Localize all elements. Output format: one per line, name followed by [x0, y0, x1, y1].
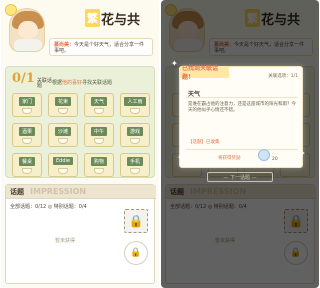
- divider: [186, 97, 298, 98]
- talk-header: 话题 IMPRESSION: [6, 185, 156, 199]
- cup-icon: [22, 168, 32, 174]
- impression-watermark: IMPRESSION: [30, 187, 87, 196]
- topic-grid: 家门 花束 天气 人工雨 酒果 沙滩 中午 游戏 餐桌 Eddie 购物 手机: [12, 93, 150, 177]
- topic-description: 是谁在霸占他的注意力，还是这座城市的阳光和雨？今天的他似乎心情还不错。: [188, 102, 296, 113]
- speech-bubble: 慕尚美：今天是个好天气，适合分享一件事吧。: [49, 38, 153, 56]
- cup-icon: [130, 138, 140, 144]
- topic-found-modal: 关联选项：1/1 天气 是谁在霸占他的注意力，还是这座城市的阳光和雨？今天的他似…: [179, 66, 303, 168]
- talk-empty-text: 暂未获得: [54, 238, 75, 244]
- cup-icon: [58, 108, 68, 114]
- tile-label: 购物: [90, 157, 107, 166]
- topic-board: 0/1 关联话题 根据他的喜好寻找关联话题 家门 花束 天气 人工雨 酒果 沙滩…: [5, 66, 155, 178]
- sparkle-icon: ✦: [171, 59, 178, 68]
- cup-icon: [94, 108, 104, 114]
- talk-title: 话题: [10, 187, 24, 196]
- barcode-lock-icon[interactable]: 🔒: [124, 241, 148, 265]
- tile-label: 沙滩: [54, 127, 71, 136]
- topic-tile[interactable]: 沙滩: [48, 123, 78, 147]
- topic-tile[interactable]: 手机: [120, 153, 150, 177]
- tile-label: 中午: [90, 127, 107, 136]
- cup-icon: [22, 108, 32, 114]
- topic-hint: 根据他的喜好寻找关联话题: [52, 79, 112, 86]
- topic-tile[interactable]: 人工雨: [120, 93, 150, 117]
- cup-icon: [22, 138, 32, 144]
- topic-tile[interactable]: Eddie: [48, 153, 78, 177]
- reward-count: 20: [272, 157, 278, 162]
- topic-tile[interactable]: 家门: [12, 93, 42, 117]
- cup-icon: [94, 168, 104, 174]
- topic-count: 0/1: [12, 71, 35, 86]
- tile-label: 游戏: [126, 127, 143, 136]
- cup-icon: [58, 138, 68, 144]
- cup-icon: [94, 138, 104, 144]
- topic-tile[interactable]: 酒果: [12, 123, 42, 147]
- tile-label: Eddie: [53, 157, 73, 165]
- topic-counter: 0/1 关联话题: [12, 71, 55, 89]
- hint-pre: 根据: [52, 80, 63, 86]
- tile-label: 手机: [126, 157, 143, 166]
- hint-highlight: 他的喜好: [62, 80, 83, 86]
- tile-label: 酒果: [18, 127, 35, 136]
- title-first-char: 繁: [85, 9, 100, 27]
- topic-tile[interactable]: 中午: [84, 123, 114, 147]
- tile-label: 天气: [90, 97, 107, 106]
- talk-stats: 全部话题：0/12 ◎ 特别话题：0/4: [10, 204, 87, 210]
- lock-icon[interactable]: 🔒: [124, 209, 148, 233]
- game-screen-right: 繁 花与共 慕尚美：今天是个好天气，适合分享一件事吧。 话题 IMPRESSIO…: [161, 0, 319, 288]
- crystal-orb-icon: [258, 149, 270, 161]
- tile-label: 家门: [18, 97, 35, 106]
- reward-label: 将获得奖励: [218, 156, 241, 161]
- topic-tile[interactable]: 购物: [84, 153, 114, 177]
- title-rest: 花与共: [101, 12, 141, 28]
- talk-notebook: 话题 IMPRESSION 全部话题：0/12 ◎ 特别话题：0/4 暂未获得 …: [5, 184, 156, 284]
- avatar-shirt: [14, 39, 42, 51]
- hint-post: 寻找关联话题: [82, 80, 113, 86]
- sparkle-icon: ✦: [177, 153, 184, 162]
- topic-tile[interactable]: 花束: [48, 93, 78, 117]
- tile-label: 餐桌: [18, 157, 35, 166]
- topic-tile[interactable]: 天气: [84, 93, 114, 117]
- sparkle-icon: ✦: [299, 149, 306, 158]
- divider: [186, 149, 298, 150]
- cup-icon: [58, 168, 68, 174]
- topic-tile[interactable]: 餐桌: [12, 153, 42, 177]
- hero-area: 繁 花与共 慕尚美：今天是个好天气，适合分享一件事吧。: [1, 0, 159, 62]
- tile-label: 人工雨: [124, 97, 146, 106]
- game-title: 繁 花与共: [85, 9, 141, 28]
- modal-header-tab: 已找到关联话题！: [179, 65, 229, 81]
- flower-icon: [5, 4, 17, 16]
- selection-count: 关联选项：1/1: [268, 74, 298, 79]
- tile-label: 花束: [54, 97, 71, 106]
- cup-icon: [130, 108, 140, 114]
- topic-tag: 【话题】已收集: [188, 140, 220, 145]
- next-topic-button[interactable]: — 下一话题 —: [207, 172, 273, 182]
- cup-icon: [130, 168, 140, 174]
- avatar-face: [18, 21, 38, 39]
- game-screen-left: 繁 花与共 慕尚美：今天是个好天气，适合分享一件事吧。 0/1 关联话题 根据他…: [1, 0, 159, 288]
- topic-tile[interactable]: 游戏: [120, 123, 150, 147]
